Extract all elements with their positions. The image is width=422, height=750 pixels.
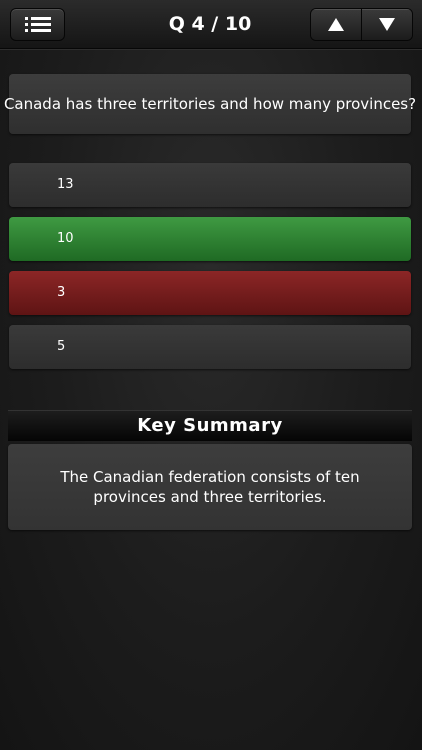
question-counter: Q 4 / 10 [168, 13, 252, 35]
previous-question-button[interactable] [311, 9, 361, 40]
triangle-up-icon [328, 18, 344, 31]
answer-option-4[interactable]: 5 [9, 325, 411, 369]
answer-option-3-wrong[interactable]: 3 [9, 271, 411, 315]
answer-option-1[interactable]: 13 [9, 163, 411, 207]
question-nav [310, 8, 413, 41]
next-question-button[interactable] [361, 9, 412, 40]
triangle-down-icon [379, 18, 395, 31]
answer-option-2-correct[interactable]: 10 [9, 217, 411, 261]
list-icon [24, 16, 51, 33]
key-summary-text: The Canadian federation consists of ten … [8, 444, 412, 530]
question-text: Canada has three territories and how man… [4, 74, 416, 134]
top-bar: Q 4 / 10 [0, 0, 422, 49]
menu-button[interactable] [10, 8, 65, 41]
key-summary-title: Key Summary [8, 410, 412, 441]
